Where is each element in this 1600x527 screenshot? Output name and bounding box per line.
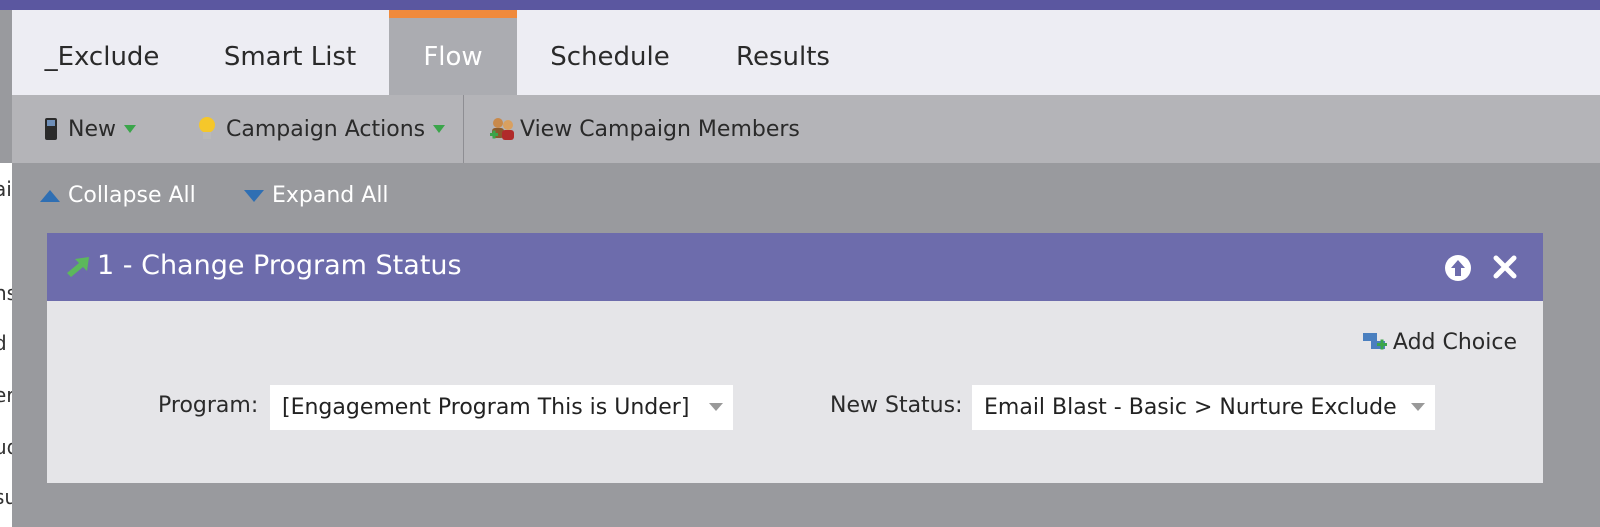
- collapse-all-label: Collapse All: [68, 183, 196, 208]
- expand-down-icon: [244, 189, 264, 202]
- tab-smart-list[interactable]: Smart List: [210, 10, 370, 95]
- sidebar-text: er: [0, 383, 12, 407]
- toolbar-divider: [463, 95, 464, 163]
- close-icon[interactable]: [1492, 254, 1518, 280]
- sidebar-text: ai: [0, 177, 12, 201]
- left-sidebar-clipped: ai ns d er ud su: [0, 163, 12, 527]
- members-icon: [490, 118, 514, 140]
- campaign-actions-button[interactable]: Campaign Actions: [196, 95, 446, 163]
- expand-all-label: Expand All: [272, 183, 389, 208]
- lightbulb-icon: [199, 117, 215, 139]
- move-up-icon[interactable]: [1444, 254, 1472, 282]
- chevron-down-icon: [709, 403, 723, 411]
- green-arrow-icon: [67, 257, 89, 277]
- new-status-select-value: Email Blast - Basic > Nurture Exclude: [984, 395, 1397, 420]
- new-menu-button[interactable]: New: [42, 95, 136, 163]
- top-accent-bar: [0, 0, 1600, 10]
- phone-icon: [45, 118, 57, 140]
- new-status-label: New Status:: [830, 393, 963, 418]
- collapse-up-icon: [40, 189, 60, 202]
- program-select[interactable]: [Engagement Program This is Under]: [270, 385, 733, 430]
- chevron-down-icon: [124, 125, 136, 133]
- flow-step-header: 1 - Change Program Status: [47, 233, 1543, 301]
- tab-schedule[interactable]: Schedule: [536, 10, 684, 95]
- add-choice-button[interactable]: Add Choice: [1361, 329, 1517, 355]
- chevron-down-icon: [1411, 403, 1425, 411]
- sidebar-text: d: [0, 331, 7, 355]
- tab-exclude[interactable]: _Exclude: [32, 10, 172, 95]
- sidebar-text: ns: [0, 281, 12, 305]
- tab-flow[interactable]: Flow: [389, 10, 517, 95]
- new-status-select[interactable]: Email Blast - Basic > Nurture Exclude: [972, 385, 1435, 430]
- sidebar-text: su: [0, 485, 12, 509]
- view-campaign-members-button[interactable]: View Campaign Members: [488, 95, 800, 163]
- flow-step-card: 1 - Change Program Status Add Choice Pro…: [47, 233, 1543, 483]
- add-choice-icon: [1362, 333, 1387, 350]
- program-label: Program:: [158, 393, 259, 418]
- toolbar: New Campaign Actions View Campaign Membe…: [12, 95, 1600, 163]
- chevron-down-icon: [433, 125, 446, 133]
- tab-results[interactable]: Results: [718, 10, 848, 95]
- new-label: New: [68, 116, 116, 142]
- add-choice-label: Add Choice: [1392, 329, 1517, 355]
- campaign-actions-label: Campaign Actions: [226, 116, 426, 142]
- sidebar-text: ud: [0, 435, 12, 459]
- program-select-value: [Engagement Program This is Under]: [282, 395, 690, 420]
- flow-step-title: 1 - Change Program Status: [97, 250, 462, 281]
- expand-all-button[interactable]: Expand All: [244, 183, 389, 208]
- view-campaign-members-label: View Campaign Members: [520, 116, 800, 142]
- collapse-all-button[interactable]: Collapse All: [40, 183, 196, 208]
- tab-bar: _Exclude Smart List Flow Schedule Result…: [12, 10, 1600, 95]
- collapse-expand-row: Collapse All Expand All: [12, 163, 1600, 233]
